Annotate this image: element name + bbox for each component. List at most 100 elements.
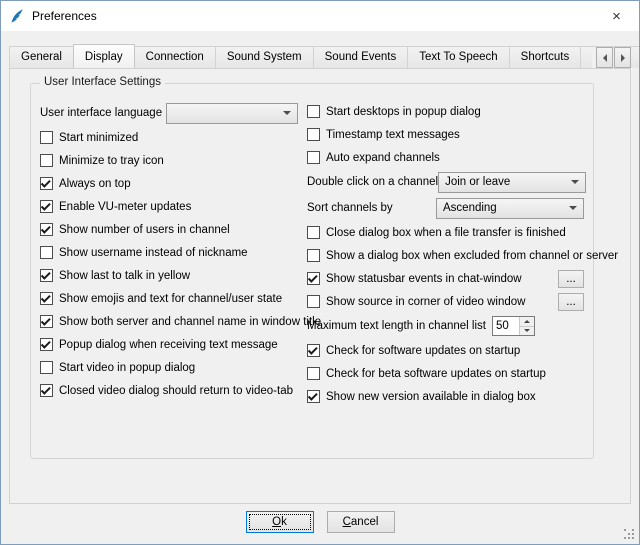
checkbox-label[interactable]: Check for beta software updates on start… xyxy=(326,368,546,380)
checkbox-label[interactable]: Closed video dialog should return to vid… xyxy=(59,385,293,397)
max-text-length-label: Maximum text length in channel list xyxy=(307,320,486,332)
checkbox-show-username[interactable] xyxy=(40,246,53,259)
checkbox-label[interactable]: Auto expand channels xyxy=(326,152,440,164)
row-show-number-of-users[interactable]: Show number of users in channel xyxy=(40,218,298,241)
tab-sound-system[interactable]: Sound System xyxy=(215,46,314,68)
tab-connection[interactable]: Connection xyxy=(134,46,216,68)
tab-text-to-speech[interactable]: Text To Speech xyxy=(407,46,509,68)
checkbox-label[interactable]: Show new version available in dialog box xyxy=(326,391,536,403)
checkbox-label[interactable]: Show statusbar events in chat-window xyxy=(326,273,522,285)
checkbox-show-dialog-when-excluded[interactable] xyxy=(307,249,320,262)
row-enable-vu-meter[interactable]: Enable VU-meter updates xyxy=(40,195,298,218)
row-show-username[interactable]: Show username instead of nickname xyxy=(40,241,298,264)
row-statusbar-events[interactable]: Show statusbar events in chat-window ... xyxy=(307,267,584,290)
checkbox-enable-vu-meter[interactable] xyxy=(40,200,53,213)
checkbox-start-desktops-popup[interactable] xyxy=(307,105,320,118)
row-sort-channels-by: Sort channels by Ascending xyxy=(307,195,584,221)
max-text-length-value[interactable]: 50 xyxy=(493,317,519,335)
checkbox-always-on-top[interactable] xyxy=(40,177,53,190)
row-show-new-version[interactable]: Show new version available in dialog box xyxy=(307,385,584,408)
checkbox-close-dialog-file-transfer[interactable] xyxy=(307,226,320,239)
checkbox-show-server-and-channel-name[interactable] xyxy=(40,315,53,328)
cancel-button[interactable]: Cancel xyxy=(327,511,395,533)
checkbox-check-software-updates[interactable] xyxy=(307,344,320,357)
checkbox-start-minimized[interactable] xyxy=(40,131,53,144)
close-button[interactable]: × xyxy=(594,2,639,31)
checkbox-show-last-to-talk[interactable] xyxy=(40,269,53,282)
tab-scroll-left-button[interactable] xyxy=(596,47,613,68)
checkbox-label[interactable]: Show a dialog box when excluded from cha… xyxy=(326,250,618,262)
row-show-emojis[interactable]: Show emojis and text for channel/user st… xyxy=(40,287,298,310)
row-minimize-to-tray[interactable]: Minimize to tray icon xyxy=(40,149,298,172)
checkbox-label[interactable]: Show source in corner of video window xyxy=(326,296,525,308)
checkbox-label[interactable]: Check for software updates on startup xyxy=(326,345,520,357)
checkbox-check-beta-updates[interactable] xyxy=(307,367,320,380)
tab-shortcuts[interactable]: Shortcuts xyxy=(509,46,582,68)
spinner-up-button[interactable] xyxy=(520,317,534,327)
double-click-select[interactable]: Join or leave xyxy=(438,172,586,193)
checkbox-show-new-version[interactable] xyxy=(307,390,320,403)
checkbox-timestamp-text-messages[interactable] xyxy=(307,128,320,141)
language-select[interactable] xyxy=(166,103,298,124)
checkbox-closed-video-dialog[interactable] xyxy=(40,384,53,397)
max-text-length-spinner[interactable]: 50 xyxy=(492,316,535,336)
checkbox-auto-expand-channels[interactable] xyxy=(307,151,320,164)
checkbox-label[interactable]: Always on top xyxy=(59,178,131,190)
checkbox-statusbar-events[interactable] xyxy=(307,272,320,285)
tab-general[interactable]: General xyxy=(9,46,74,68)
row-start-minimized[interactable]: Start minimized xyxy=(40,126,298,149)
double-click-label: Double click on a channel xyxy=(307,176,438,188)
row-always-on-top[interactable]: Always on top xyxy=(40,172,298,195)
row-show-dialog-when-excluded[interactable]: Show a dialog box when excluded from cha… xyxy=(307,244,584,267)
spinner-buttons xyxy=(519,317,534,335)
sort-channels-select[interactable]: Ascending xyxy=(436,198,584,219)
checkbox-label[interactable]: Start minimized xyxy=(59,132,138,144)
checkbox-popup-dialog-text-message[interactable] xyxy=(40,338,53,351)
checkbox-video-source-corner[interactable] xyxy=(307,295,320,308)
chevron-down-icon xyxy=(283,111,291,119)
titlebar[interactable]: Preferences × xyxy=(1,1,639,31)
row-close-dialog-file-transfer[interactable]: Close dialog box when a file transfer is… xyxy=(307,221,584,244)
checkbox-label[interactable]: Show emojis and text for channel/user st… xyxy=(59,293,282,305)
tab-sound-events[interactable]: Sound Events xyxy=(313,46,409,68)
chevron-down-icon xyxy=(569,206,577,214)
row-timestamp-text-messages[interactable]: Timestamp text messages xyxy=(307,123,584,146)
checkbox-label[interactable]: Popup dialog when receiving text message xyxy=(59,339,278,351)
checkbox-label[interactable]: Close dialog box when a file transfer is… xyxy=(326,227,566,239)
row-show-last-to-talk[interactable]: Show last to talk in yellow xyxy=(40,264,298,287)
ok-button[interactable]: Ok xyxy=(246,511,314,533)
checkbox-label[interactable]: Start desktops in popup dialog xyxy=(326,106,481,118)
row-closed-video-dialog[interactable]: Closed video dialog should return to vid… xyxy=(40,379,298,402)
checkbox-minimize-to-tray[interactable] xyxy=(40,154,53,167)
ok-button-label: Ok xyxy=(272,516,287,528)
checkbox-label[interactable]: Show username instead of nickname xyxy=(59,247,248,259)
resize-grip[interactable] xyxy=(624,529,635,540)
tab-scroll-buttons xyxy=(592,47,631,68)
app-icon xyxy=(9,8,25,24)
checkbox-label[interactable]: Start video in popup dialog xyxy=(59,362,195,374)
checkbox-label[interactable]: Minimize to tray icon xyxy=(59,155,164,167)
checkbox-label[interactable]: Show both server and channel name in win… xyxy=(59,316,321,328)
row-show-server-and-channel-name[interactable]: Show both server and channel name in win… xyxy=(40,310,298,333)
row-check-beta-updates[interactable]: Check for beta software updates on start… xyxy=(307,362,584,385)
row-max-text-length: Maximum text length in channel list 50 xyxy=(307,313,584,339)
checkbox-label[interactable]: Show last to talk in yellow xyxy=(59,270,190,282)
checkbox-label[interactable]: Show number of users in channel xyxy=(59,224,230,236)
row-start-desktops-popup[interactable]: Start desktops in popup dialog xyxy=(307,100,584,123)
tab-scroll-right-button[interactable] xyxy=(614,47,631,68)
video-source-options-button[interactable]: ... xyxy=(558,293,584,311)
checkbox-label[interactable]: Timestamp text messages xyxy=(326,129,460,141)
row-auto-expand-channels[interactable]: Auto expand channels xyxy=(307,146,584,169)
row-popup-dialog-text-message[interactable]: Popup dialog when receiving text message xyxy=(40,333,298,356)
spinner-down-button[interactable] xyxy=(520,327,534,336)
language-label: User interface language xyxy=(40,107,162,119)
checkbox-show-emojis[interactable] xyxy=(40,292,53,305)
tab-display[interactable]: Display xyxy=(73,44,135,68)
checkbox-show-number-of-users[interactable] xyxy=(40,223,53,236)
statusbar-events-options-button[interactable]: ... xyxy=(558,270,584,288)
row-check-software-updates[interactable]: Check for software updates on startup xyxy=(307,339,584,362)
checkbox-start-video-popup[interactable] xyxy=(40,361,53,374)
row-video-source-corner[interactable]: Show source in corner of video window ..… xyxy=(307,290,584,313)
row-start-video-popup[interactable]: Start video in popup dialog xyxy=(40,356,298,379)
checkbox-label[interactable]: Enable VU-meter updates xyxy=(59,201,191,213)
